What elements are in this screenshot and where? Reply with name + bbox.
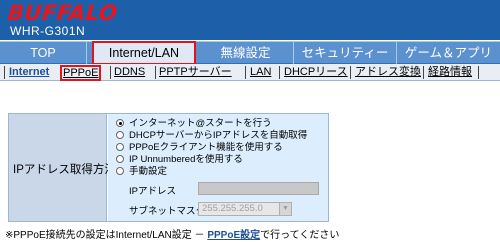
separator [478,66,479,79]
separator [423,66,424,79]
radio[interactable] [116,167,124,175]
subtab-routing[interactable]: 経路情報 [428,66,472,80]
subnet-mask-value: 255.255.255.0 [202,203,263,214]
sub-tab-bar: Internet PPPoE DDNS PPTPサーバー LAN DHCPリース… [0,64,500,81]
footer-note: ※PPPoE接続先の設定はInternet/LAN設定 － PPPoE設定で行っ… [5,226,339,241]
subnet-mask-select[interactable]: 255.255.255.0 ▼ [198,202,292,216]
subtab-internet[interactable]: Internet [9,66,49,80]
subnet-mask-label: サブネットマスク [129,206,206,217]
option-label: IP Unnumberedを使用する [129,154,243,165]
subtab-dhcp-lease[interactable]: DHCPリース [284,66,348,80]
option-label: インターネット@スタートを行う [129,118,272,129]
subtab-address-translation[interactable]: アドレス変換 [355,66,421,80]
subtab-lan[interactable]: LAN [250,66,271,80]
header: BUFFALO WHR-G301N [0,0,500,40]
pppoe-settings-link[interactable]: PPPoE設定 [207,230,260,241]
option-label: DHCPサーバーからIPアドレスを自動取得 [129,130,308,141]
logo-text: BUFFALO [6,1,119,25]
option-label: 手動設定 [129,166,168,177]
ip-settings-table: IPアドレス取得方法 インターネット@スタートを行う DHCPサーバーからIPア… [8,113,329,222]
tab-internet-lan[interactable]: Internet/LAN [92,41,196,65]
value-cell: インターネット@スタートを行う DHCPサーバーからIPアドレスを自動取得 PP… [108,114,328,221]
model-name: WHR-G301N [10,24,86,38]
tab-wireless[interactable]: 無線設定 [198,42,294,64]
option-label: PPPoEクライアント機能を使用する [129,142,283,153]
label-cell: IPアドレス取得方法 [9,114,116,221]
tab-top[interactable]: TOP [0,42,87,64]
separator [4,66,5,79]
separator [245,66,246,79]
option-dhcp[interactable]: DHCPサーバーからIPアドレスを自動取得 [116,130,307,141]
subtab-pppoe[interactable]: PPPoE [60,65,102,81]
main-tab-bar: TOP Internet/LAN 無線設定 セキュリティー ゲーム＆アプリ [0,41,500,65]
ip-address-input[interactable] [198,182,319,195]
option-ip-unnumbered[interactable]: IP Unnumberedを使用する [116,154,243,165]
subtab-ddns[interactable]: DDNS [114,66,145,80]
separator [279,66,280,79]
note-prefix: ※PPPoE接続先の設定はInternet/LAN設定 － [5,230,208,241]
option-pppoe-client[interactable]: PPPoEクライアント機能を使用する [116,142,283,153]
separator [110,66,111,79]
separator [350,66,351,79]
radio[interactable] [116,143,124,151]
option-manual[interactable]: 手動設定 [116,166,167,177]
note-suffix: で行ってください [260,230,340,241]
tab-game-app[interactable]: ゲーム＆アプリ [397,42,500,64]
subtab-pptp-server[interactable]: PPTPサーバー [159,66,232,80]
radio[interactable] [116,155,124,163]
buffalo-logo: BUFFALO [6,1,119,25]
ip-address-label: IPアドレス [129,186,176,197]
ip-method-label: IPアドレス取得方法 [13,164,116,176]
separator [155,66,156,79]
chevron-down-icon[interactable]: ▼ [279,203,291,215]
radio[interactable] [116,131,124,139]
option-internet-start[interactable]: インターネット@スタートを行う [116,118,272,129]
tab-security[interactable]: セキュリティー [294,42,397,64]
radio-checked[interactable] [116,119,124,127]
